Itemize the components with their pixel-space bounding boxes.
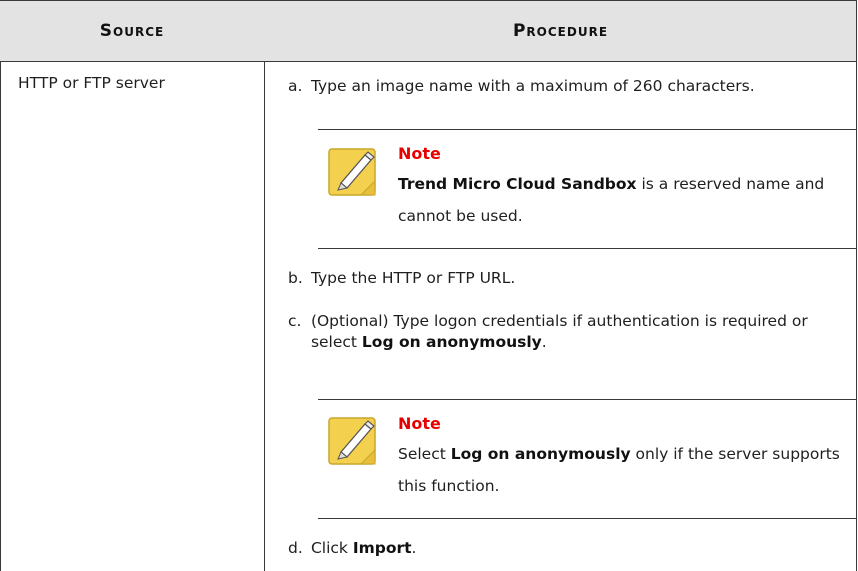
note-2-text: Select Log on anonymously only if the se… <box>398 438 853 502</box>
step-b-letter: b. <box>288 269 303 287</box>
step-a: a. Type an image name with a maximum of … <box>288 76 851 97</box>
step-d: d. Click Import. <box>288 538 851 559</box>
note-1-title: Note <box>398 144 441 163</box>
step-c-text-after: . <box>541 333 547 351</box>
step-b: b. Type the HTTP or FTP URL. <box>288 268 851 289</box>
note-2-before: Select <box>398 445 451 463</box>
note-2-top-rule <box>318 399 856 400</box>
note-pencil-icon <box>327 143 383 199</box>
note-1-bold: Trend Micro Cloud Sandbox <box>398 175 637 193</box>
procedure-table: Source Procedure HTTP or FTP server a. T… <box>0 0 858 571</box>
step-c-text: (Optional) Type logon credentials if aut… <box>311 311 836 353</box>
note-1-bottom-rule <box>318 248 856 249</box>
step-d-text-before: Click <box>310 539 353 557</box>
step-c-letter: c. <box>288 312 302 330</box>
step-a-letter: a. <box>288 77 303 95</box>
step-c-bold: Log on anonymously <box>361 333 542 351</box>
step-d-bold: Import <box>352 539 412 557</box>
note-1-text: Trend Micro Cloud Sandbox is a reserved … <box>398 168 853 232</box>
table-header-row: Source Procedure <box>0 0 856 62</box>
table-border-left <box>0 0 1 571</box>
source-cell: HTTP or FTP server <box>18 74 165 92</box>
note-pencil-icon <box>327 412 383 468</box>
step-d-text-after: . <box>411 539 417 557</box>
column-divider <box>264 0 265 571</box>
header-source: Source <box>99 21 165 41</box>
step-c: c. (Optional) Type logon credentials if … <box>288 311 836 353</box>
note-2-bold: Log on anonymously <box>450 445 631 463</box>
step-a-text: Type an image name with a maximum of 260… <box>310 77 755 95</box>
step-d-letter: d. <box>288 539 303 557</box>
header-procedure: Procedure <box>512 21 609 41</box>
step-b-text: Type the HTTP or FTP URL. <box>310 269 516 287</box>
table-border-right <box>856 0 857 571</box>
note-2-title: Note <box>398 414 441 433</box>
note-1-top-rule <box>318 129 856 130</box>
step-d-text: Click Import. <box>311 538 851 559</box>
note-2-bottom-rule <box>318 518 856 519</box>
